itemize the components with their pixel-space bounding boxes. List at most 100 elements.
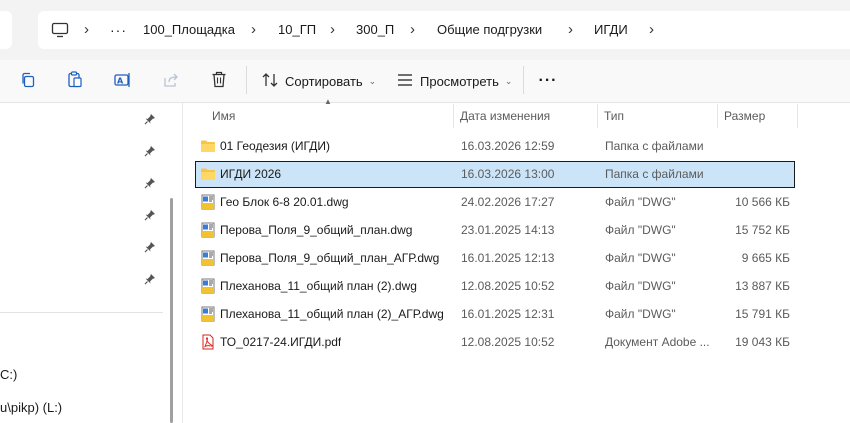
file-size — [720, 161, 790, 188]
file-size: 9 665 КБ — [741, 251, 790, 265]
breadcrumb-overflow[interactable]: ··· — [110, 11, 127, 49]
file-name: Плеханова_11_общий план (2)_АГР.dwg — [220, 307, 444, 321]
pane-divider[interactable] — [182, 103, 183, 423]
list-item-folder[interactable]: 01 Геодезия (ИГДИ) 16.03.2026 12:59 Папк… — [195, 133, 795, 160]
file-date: 12.08.2025 10:52 — [461, 279, 555, 293]
file-date: 23.01.2025 14:13 — [461, 223, 555, 237]
toolbar-divider — [246, 66, 247, 94]
file-size: 10 566 КБ — [735, 195, 790, 209]
folder-icon — [200, 138, 216, 154]
column-header-type[interactable]: Тип — [604, 103, 624, 131]
nav-divider — [0, 312, 163, 313]
back-pane-edge — [0, 11, 12, 49]
file-name: Плеханова_11_общий план (2).dwg — [220, 279, 417, 293]
file-date: 16.03.2026 13:00 — [461, 167, 555, 181]
file-size: 15 752 КБ — [735, 223, 790, 237]
pin-icon[interactable] — [144, 177, 158, 191]
file-name: ИГДИ 2026 — [220, 167, 282, 181]
dwg-file-icon — [200, 250, 216, 266]
file-type: Документ Adobe ... — [605, 335, 710, 349]
nav-item-drive-c[interactable]: C:) — [0, 367, 17, 382]
file-name: 01 Геодезия (ИГДИ) — [220, 139, 330, 153]
file-date: 12.08.2025 10:52 — [461, 335, 555, 349]
column-divider[interactable] — [597, 104, 598, 128]
pin-icon[interactable] — [144, 145, 158, 159]
copy-button[interactable] — [14, 60, 42, 102]
chevron-right-icon[interactable]: › — [330, 11, 335, 49]
nav-scrollbar[interactable] — [170, 198, 173, 423]
dwg-file-icon — [200, 306, 216, 322]
column-divider[interactable] — [797, 104, 798, 128]
column-divider[interactable] — [453, 104, 454, 128]
command-bar: A Сортировать ⌄ Просмотреть ⌄ ··· — [0, 60, 850, 103]
column-divider[interactable] — [717, 104, 718, 128]
chevron-right-icon[interactable]: › — [649, 11, 654, 49]
paste-icon — [67, 71, 83, 91]
file-type: Файл "DWG" — [605, 279, 676, 293]
file-size: 19 043 КБ — [735, 335, 790, 349]
dwg-file-icon — [200, 194, 216, 210]
file-name: Гео Блок 6-8 20.01.dwg — [220, 195, 349, 209]
trash-icon — [211, 71, 227, 91]
file-size: 13 887 КБ — [735, 279, 790, 293]
list-item-file[interactable]: Перова_Поля_9_общий_план.dwg 23.01.2025 … — [195, 217, 795, 244]
address-bar-area: › ··· 100_Площадка › 10_ГП › 300_П › Общ… — [0, 0, 850, 60]
breadcrumb-item[interactable]: 10_ГП — [278, 11, 316, 49]
delete-button[interactable] — [205, 60, 233, 102]
file-name: Перова_Поля_9_общий_план.dwg — [220, 223, 413, 237]
share-button[interactable] — [157, 60, 185, 102]
sort-button[interactable]: Сортировать ⌄ — [262, 60, 377, 102]
chevron-down-icon: ⌄ — [368, 75, 377, 86]
file-type: Файл "DWG" — [605, 251, 676, 265]
sort-label: Сортировать — [285, 73, 363, 89]
file-type: Файл "DWG" — [605, 195, 676, 209]
sort-ascending-icon: ▲ — [324, 97, 332, 106]
breadcrumb-item[interactable]: 300_П — [356, 11, 394, 49]
list-item-file[interactable]: Перова_Поля_9_общий_план_АГР.dwg 16.01.2… — [195, 245, 795, 272]
list-item-file[interactable]: Плеханова_11_общий план (2)_АГР.dwg 16.0… — [195, 301, 795, 328]
navigation-pane: C:) u\pikp) (L:) — [0, 103, 163, 423]
paste-button[interactable] — [61, 60, 89, 102]
pdf-file-icon — [200, 334, 216, 350]
view-label: Просмотреть — [420, 73, 499, 89]
file-size: 15 791 КБ — [735, 307, 790, 321]
sort-icon — [262, 72, 278, 91]
chevron-right-icon[interactable]: › — [251, 11, 256, 49]
pin-icon[interactable] — [144, 113, 158, 127]
list-item-file[interactable]: ТО_0217-24.ИГДИ.pdf 12.08.2025 10:52 Док… — [195, 329, 795, 356]
list-item-folder-selected[interactable]: ИГДИ 2026 16.03.2026 13:00 Папка с файла… — [195, 161, 795, 188]
rename-icon: A — [114, 72, 132, 91]
dwg-file-icon — [200, 222, 216, 238]
rename-button[interactable]: A — [109, 60, 137, 102]
column-header-name[interactable]: Имя — [212, 103, 235, 131]
file-date: 16.03.2026 12:59 — [461, 139, 555, 153]
chevron-right-icon[interactable]: › — [84, 11, 89, 49]
this-pc-icon[interactable] — [51, 22, 69, 41]
column-header-date[interactable]: Дата изменения — [460, 103, 550, 131]
pin-icon[interactable] — [144, 209, 158, 223]
chevron-right-icon[interactable]: › — [568, 11, 573, 49]
nav-item-network-drive-l[interactable]: u\pikp) (L:) — [0, 400, 62, 415]
file-type: Папка с файлами — [605, 167, 704, 181]
file-type: Папка с файлами — [605, 139, 704, 153]
file-date: 24.02.2026 17:27 — [461, 195, 555, 209]
dwg-file-icon — [200, 278, 216, 294]
pin-icon[interactable] — [144, 273, 158, 287]
view-button[interactable]: Просмотреть ⌄ — [397, 60, 512, 102]
column-header-size[interactable]: Размер — [724, 103, 765, 131]
file-name: Перова_Поля_9_общий_план_АГР.dwg — [220, 251, 440, 265]
chevron-right-icon[interactable]: › — [410, 11, 415, 49]
breadcrumb-item[interactable]: 100_Площадка — [143, 11, 235, 49]
svg-text:A: A — [117, 76, 124, 85]
list-item-file[interactable]: Плеханова_11_общий план (2).dwg 12.08.20… — [195, 273, 795, 300]
folder-icon — [200, 166, 216, 182]
toolbar-divider — [523, 66, 524, 94]
breadcrumb-item[interactable]: Общие подгрузки — [437, 11, 542, 49]
view-icon — [397, 73, 413, 90]
address-bar[interactable]: › ··· 100_Площадка › 10_ГП › 300_П › Общ… — [38, 11, 850, 49]
more-options-button[interactable]: ··· — [533, 60, 563, 102]
breadcrumb-item-current[interactable]: ИГДИ — [594, 11, 628, 49]
pin-icon[interactable] — [144, 241, 158, 255]
list-item-file[interactable]: Гео Блок 6-8 20.01.dwg 24.02.2026 17:27 … — [195, 189, 795, 216]
copy-icon — [20, 72, 36, 91]
